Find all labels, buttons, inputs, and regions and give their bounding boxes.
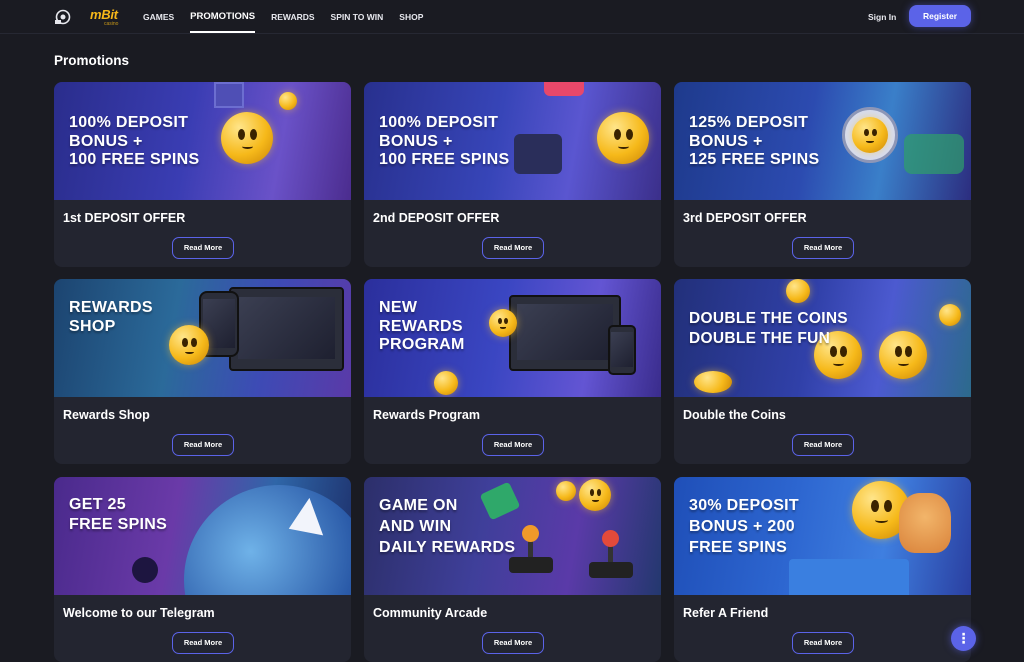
card-title: 1st DEPOSIT OFFER [63,211,186,225]
read-more-button[interactable]: Read More [482,237,544,259]
brand-logo[interactable]: mBit [90,7,118,22]
coin-mascot-icon [579,479,611,511]
promo-card-rewards-shop[interactable]: REWARDS SHOP Rewards Shop Read More [54,279,351,464]
promo-card-1st-deposit[interactable]: 100% DEPOSIT BONUS + 100 FREE SPINS 1st … [54,82,351,267]
banner-headline: DOUBLE THE COINS DOUBLE THE FUN [689,310,848,347]
nav-shop[interactable]: SHOP [399,0,423,34]
coin-icon [556,481,576,501]
card-title: Double the Coins [683,408,786,422]
promo-banner[interactable]: 100% DEPOSIT BONUS + 100 FREE SPINS [364,82,661,200]
planet-decoration [904,134,964,174]
coin-mascot-icon [489,309,517,337]
sign-in-link[interactable]: Sign In [868,12,896,22]
brand-logo-subtitle: casino [104,21,119,27]
read-more-button[interactable]: Read More [172,237,234,259]
card-title: 3rd DEPOSIT OFFER [683,211,807,225]
banner-headline: 30% DEPOSIT BONUS + 200 FREE SPINS [689,497,800,556]
nav-promotions[interactable]: PROMOTIONS [190,0,255,34]
page-title: Promotions [54,53,130,68]
promo-card-3rd-deposit[interactable]: 125% DEPOSIT BONUS + 125 FREE SPINS 3rd … [674,82,971,267]
coin-icon [786,279,810,303]
coin-icon [694,371,732,393]
coin-icon [939,304,961,326]
card-title: Community Arcade [373,606,488,620]
promo-card-2nd-deposit[interactable]: 100% DEPOSIT BONUS + 100 FREE SPINS 2nd … [364,82,661,267]
coin-mascot-icon [221,112,273,164]
read-more-button[interactable]: Read More [792,237,854,259]
promo-card-double-coins[interactable]: DOUBLE THE COINS DOUBLE THE FUN Double t… [674,279,971,464]
laptop-icon [509,295,621,371]
card-title: 2nd DEPOSIT OFFER [373,211,500,225]
coin-mascot-icon [852,117,888,153]
card-title: Rewards Shop [63,408,150,422]
read-more-button[interactable]: Read More [792,434,854,456]
joystick-icon [589,530,633,578]
promo-banner[interactable]: 30% DEPOSIT BONUS + 200 FREE SPINS [674,477,971,595]
promo-banner[interactable]: GAME ON AND WIN DAILY REWARDS [364,477,661,595]
bomb-decoration [132,557,158,583]
promo-card-community-arcade[interactable]: GAME ON AND WIN DAILY REWARDS Community … [364,477,661,662]
promo-banner[interactable]: 125% DEPOSIT BONUS + 125 FREE SPINS [674,82,971,200]
promo-banner[interactable]: REWARDS SHOP [54,279,351,397]
shiba-dog-icon [899,493,951,553]
banner-headline: GET 25 FREE SPINS [69,496,168,533]
read-more-button[interactable]: Read More [172,632,234,654]
top-header: mBit casino GAMES PROMOTIONS REWARDS SPI… [0,0,1024,34]
banner-headline: 100% DEPOSIT BONUS + 100 FREE SPINS [69,114,200,168]
coin-mascot-icon [597,112,649,164]
register-button[interactable]: Register [909,5,971,27]
coin-icon [434,371,458,395]
coin-icon [279,92,297,110]
card-title: Welcome to our Telegram [63,606,215,620]
main-nav: GAMES PROMOTIONS REWARDS SPIN TO WIN SHO… [143,0,439,34]
frame-decoration [214,82,244,108]
promo-banner[interactable]: 100% DEPOSIT BONUS + 100 FREE SPINS [54,82,351,200]
banner-headline: 100% DEPOSIT BONUS + 100 FREE SPINS [379,114,510,168]
wolf-mascot-icon [514,134,562,174]
banner-headline: NEW REWARDS PROGRAM [379,299,465,353]
phone-icon [608,325,636,375]
gift-box-icon [789,559,909,595]
read-more-button[interactable]: Read More [482,632,544,654]
promo-banner[interactable]: DOUBLE THE COINS DOUBLE THE FUN [674,279,971,397]
joystick-icon [509,525,553,573]
promo-card-rewards-program[interactable]: NEW REWARDS PROGRAM Rewards Program Read… [364,279,661,464]
read-more-button[interactable]: Read More [792,632,854,654]
nav-rewards[interactable]: REWARDS [271,0,314,34]
promo-card-telegram[interactable]: GET 25 FREE SPINS Welcome to our Telegra… [54,477,351,662]
coin-mascot-icon [169,325,209,365]
read-more-button[interactable]: Read More [482,434,544,456]
coin-mascot-icon [879,331,927,379]
card-title: Rewards Program [373,408,480,422]
laptop-icon [229,287,344,371]
nav-spin-to-win[interactable]: SPIN TO WIN [331,0,384,34]
read-more-button[interactable]: Read More [172,434,234,456]
casino-chip-icon[interactable] [54,9,72,25]
promo-banner[interactable]: GET 25 FREE SPINS [54,477,351,595]
lamp-decoration [544,82,584,96]
promo-card-refer-friend[interactable]: 30% DEPOSIT BONUS + 200 FREE SPINS Refer… [674,477,971,662]
banner-headline: GAME ON AND WIN DAILY REWARDS [379,497,516,556]
card-title: Refer A Friend [683,606,769,620]
banner-headline: 125% DEPOSIT BONUS + 125 FREE SPINS [689,114,820,168]
nav-games[interactable]: GAMES [143,0,174,34]
promo-banner[interactable]: NEW REWARDS PROGRAM [364,279,661,397]
more-vertical-icon[interactable]: ⋮ [951,626,976,651]
banner-headline: REWARDS SHOP [69,299,153,335]
